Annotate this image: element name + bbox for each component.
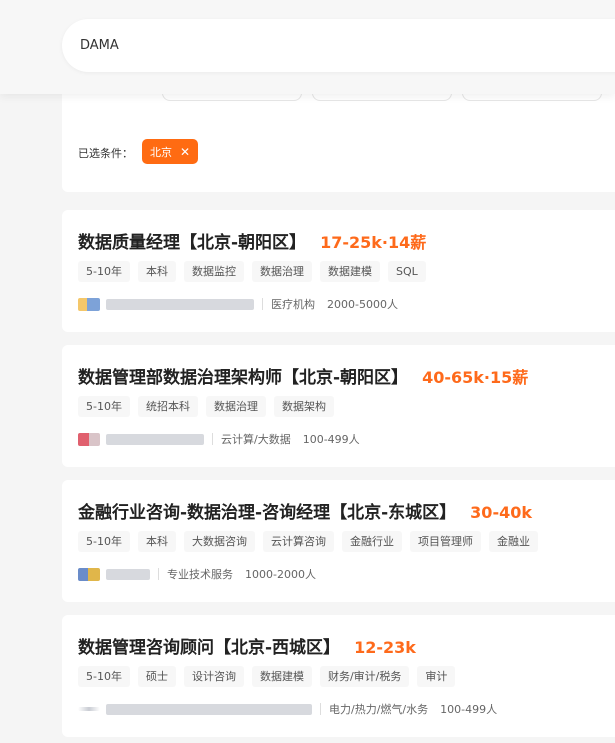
job-tag: 硕士 [137, 666, 176, 687]
job-title[interactable]: 金融行业咨询-数据治理-咨询经理【北京-东城区】 [78, 498, 456, 523]
job-tag: 5-10年 [78, 531, 130, 552]
job-tag: 设计咨询 [183, 666, 244, 687]
company-industry: 专业技术服务 [167, 568, 233, 581]
company-size: 2000-5000人 [327, 298, 398, 311]
job-tag: 审计 [417, 666, 456, 687]
divider [158, 568, 159, 580]
job-salary: 30-40k [470, 503, 532, 522]
selected-conditions-label: 已选条件： [78, 147, 133, 160]
job-tag: 数据治理 [251, 261, 312, 282]
company-size: 100-499人 [440, 703, 498, 716]
job-card[interactable]: 数据管理咨询顾问【北京-西城区】 12-23k 5-10年 硕士 设计咨询 数据… [62, 615, 615, 737]
job-tag: 金融业 [488, 531, 538, 552]
job-tag: 数据治理 [205, 396, 266, 417]
job-card[interactable]: 数据质量经理【北京-朝阳区】 17-25k·14薪 5-10年 本科 数据监控 … [62, 210, 615, 332]
close-icon[interactable]: ✕ [180, 146, 190, 158]
company-name-blurred[interactable] [106, 568, 150, 580]
company-size: 100-499人 [302, 433, 360, 446]
job-salary: 40-65k·15薪 [422, 368, 529, 387]
job-card[interactable]: 金融行业咨询-数据治理-咨询经理【北京-东城区】 30-40k 5-10年 本科… [62, 480, 615, 602]
job-tag: 统招本科 [137, 396, 198, 417]
company-logo[interactable] [78, 432, 100, 446]
job-title[interactable]: 数据管理咨询顾问【北京-西城区】 [78, 633, 340, 658]
filter-panel: 已选条件： 北京 ✕ [62, 80, 615, 192]
company-logo[interactable] [78, 297, 100, 311]
job-tags: 5-10年 本科 大数据咨询 云计算咨询 金融行业 项目管理师 金融业 [78, 531, 546, 552]
job-tags: 5-10年 本科 数据监控 数据治理 数据建模 SQL [78, 261, 434, 282]
company-row: 电力/热力/燃气/水务 100-499人 [78, 701, 509, 717]
divider [262, 298, 263, 310]
company-row: 云计算/大数据 100-499人 [78, 431, 372, 447]
job-tag: 大数据咨询 [183, 531, 255, 552]
company-row: 医疗机构 2000-5000人 [78, 296, 410, 312]
job-tag: 云计算咨询 [262, 531, 334, 552]
company-name-blurred[interactable] [106, 433, 204, 445]
company-name-blurred[interactable] [106, 298, 254, 310]
job-title[interactable]: 数据管理部数据治理架构师【北京-朝阳区】 [78, 363, 408, 388]
job-tag: 数据架构 [273, 396, 334, 417]
job-tag: 本科 [137, 261, 176, 282]
search-bar: DAMA [0, 0, 615, 94]
job-tag: 本科 [137, 531, 176, 552]
divider [320, 703, 321, 715]
job-tag: 数据建模 [319, 261, 380, 282]
job-tag: 5-10年 [78, 396, 130, 417]
company-logo[interactable] [78, 567, 100, 581]
job-tag: 数据监控 [183, 261, 244, 282]
job-salary: 12-23k [354, 638, 416, 657]
company-industry: 医疗机构 [271, 298, 315, 311]
company-row: 专业技术服务 1000-2000人 [78, 566, 328, 582]
job-tag: 财务/审计/税务 [319, 666, 410, 687]
filter-chip-beijing[interactable]: 北京 ✕ [142, 139, 199, 164]
job-card[interactable]: 数据管理部数据治理架构师【北京-朝阳区】 40-65k·15薪 5-10年 统招… [62, 345, 615, 467]
job-tag: 项目管理师 [409, 531, 481, 552]
job-tag: 金融行业 [341, 531, 402, 552]
company-size: 1000-2000人 [245, 568, 316, 581]
job-tag: 5-10年 [78, 261, 130, 282]
company-industry: 电力/热力/燃气/水务 [329, 703, 429, 716]
job-tag: SQL [387, 261, 426, 282]
job-tags: 5-10年 统招本科 数据治理 数据架构 [78, 396, 342, 417]
job-tag: 5-10年 [78, 666, 130, 687]
filter-chip-label: 北京 [150, 145, 172, 159]
company-industry: 云计算/大数据 [221, 433, 291, 446]
job-salary: 17-25k·14薪 [320, 233, 427, 252]
job-tag: 数据建模 [251, 666, 312, 687]
company-logo[interactable] [78, 707, 100, 711]
divider [212, 433, 213, 445]
job-tags: 5-10年 硕士 设计咨询 数据建模 财务/审计/税务 审计 [78, 666, 463, 687]
search-input[interactable]: DAMA [62, 19, 615, 72]
job-title[interactable]: 数据质量经理【北京-朝阳区】 [78, 228, 306, 253]
search-input-value: DAMA [80, 38, 119, 53]
company-name-blurred[interactable] [106, 703, 312, 715]
